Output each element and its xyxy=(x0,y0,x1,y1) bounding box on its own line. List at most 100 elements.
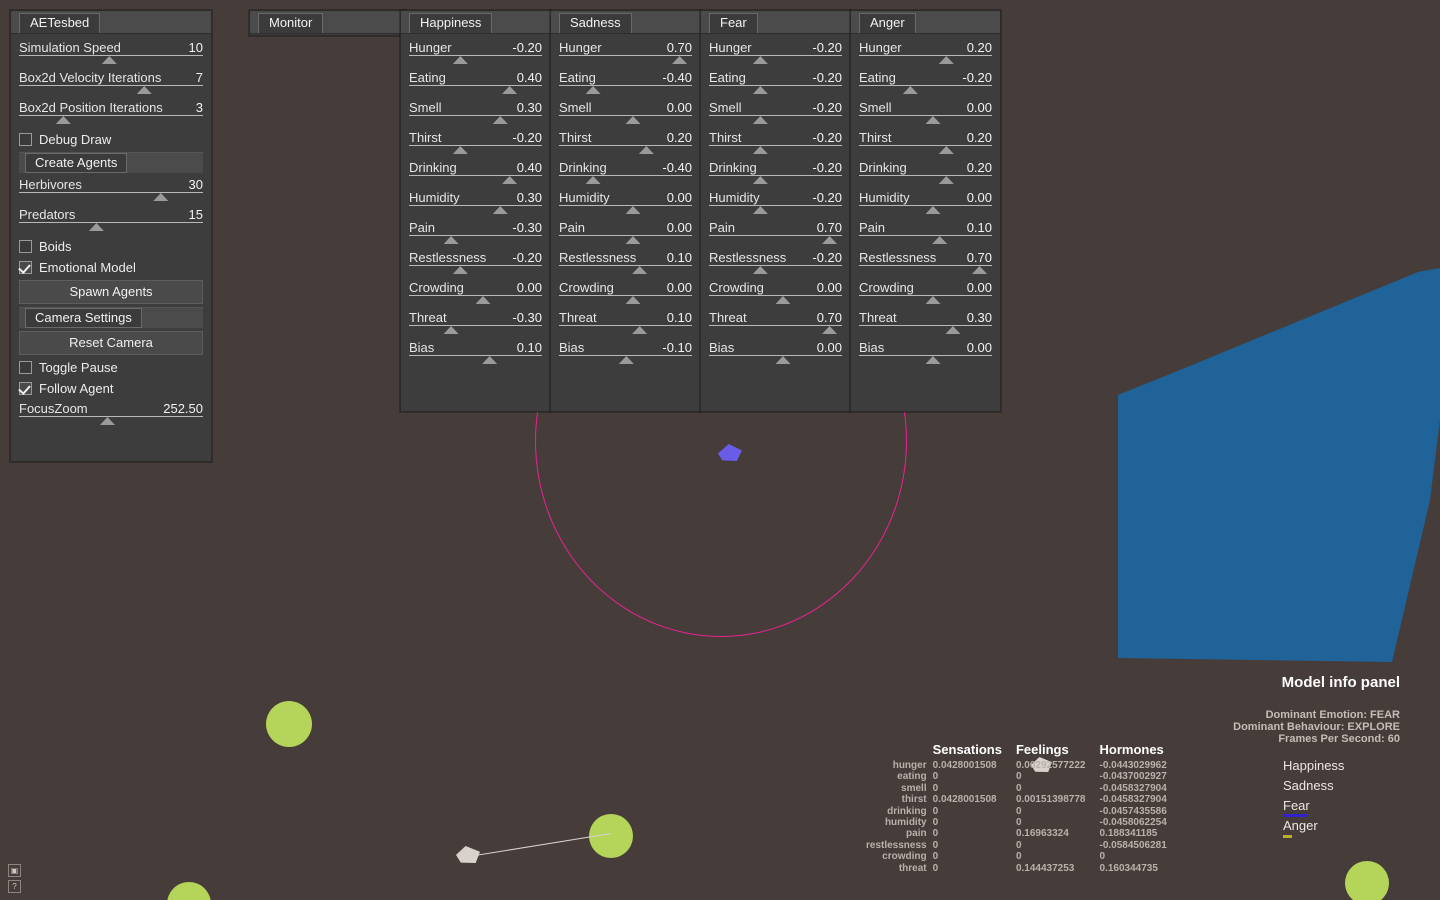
slider-grip[interactable] xyxy=(619,356,634,364)
slider-grip[interactable] xyxy=(972,266,987,274)
slider-track[interactable] xyxy=(409,235,542,236)
slider-grip[interactable] xyxy=(939,176,954,184)
slider-grip[interactable] xyxy=(776,356,791,364)
slider-track[interactable] xyxy=(409,325,542,326)
slider-sadness-bias[interactable]: Bias-0.10 xyxy=(559,338,692,368)
slider-track[interactable] xyxy=(559,55,692,56)
slider-happiness-eating[interactable]: Eating0.40 xyxy=(409,68,542,98)
slider-track[interactable] xyxy=(859,265,992,266)
emotion-window-fear[interactable]: FearHunger-0.20Eating-0.20Smell-0.20Thir… xyxy=(700,10,851,412)
slider-grip[interactable] xyxy=(753,86,768,94)
slider-grip[interactable] xyxy=(56,116,71,124)
spawn-agents-button[interactable]: Spawn Agents xyxy=(19,280,203,304)
slider-sadness-thirst[interactable]: Thirst0.20 xyxy=(559,128,692,158)
checkbox-box[interactable] xyxy=(19,133,32,146)
slider-grip[interactable] xyxy=(626,206,641,214)
slider-fear-restlessness[interactable]: Restlessness-0.20 xyxy=(709,248,842,278)
slider-anger-bias[interactable]: Bias0.00 xyxy=(859,338,992,368)
section-camera-settings[interactable]: Camera Settings xyxy=(19,307,203,328)
slider-track[interactable] xyxy=(19,416,203,417)
slider-grip[interactable] xyxy=(926,296,941,304)
slider-grip[interactable] xyxy=(776,296,791,304)
slider-grip[interactable] xyxy=(903,86,918,94)
slider-happiness-smell[interactable]: Smell0.30 xyxy=(409,98,542,128)
slider-grip[interactable] xyxy=(444,326,459,334)
slider-grip[interactable] xyxy=(453,56,468,64)
slider-fear-threat[interactable]: Threat0.70 xyxy=(709,308,842,338)
slider-track[interactable] xyxy=(409,175,542,176)
slider-track[interactable] xyxy=(559,355,692,356)
slider-grip[interactable] xyxy=(939,56,954,64)
slider-sadness-humidity[interactable]: Humidity0.00 xyxy=(559,188,692,218)
slider-grip[interactable] xyxy=(626,116,641,124)
slider-anger-threat[interactable]: Threat0.30 xyxy=(859,308,992,338)
food-item[interactable] xyxy=(1345,861,1389,900)
slider-grip[interactable] xyxy=(502,86,517,94)
food-item[interactable] xyxy=(266,701,312,747)
slider-anger-pain[interactable]: Pain0.10 xyxy=(859,218,992,248)
window-titlebar[interactable]: Anger xyxy=(851,11,1000,34)
checkbox-box[interactable] xyxy=(19,240,32,253)
slider-focus-zoom[interactable]: FocusZoom 252.50 xyxy=(19,399,203,429)
emotion-window-sadness[interactable]: SadnessHunger0.70Eating-0.40Smell0.00Thi… xyxy=(550,10,701,412)
slider-track[interactable] xyxy=(409,265,542,266)
slider-grip[interactable] xyxy=(586,176,601,184)
slider-track[interactable] xyxy=(859,175,992,176)
slider-anger-thirst[interactable]: Thirst0.20 xyxy=(859,128,992,158)
slider-grip[interactable] xyxy=(137,86,152,94)
slider-predators[interactable]: Predators 15 xyxy=(19,205,203,235)
slider-track[interactable] xyxy=(409,115,542,116)
slider-grip[interactable] xyxy=(493,116,508,124)
slider-happiness-pain[interactable]: Pain-0.30 xyxy=(409,218,542,248)
slider-fear-crowding[interactable]: Crowding0.00 xyxy=(709,278,842,308)
slider-track[interactable] xyxy=(709,145,842,146)
slider-track[interactable] xyxy=(859,295,992,296)
slider-track[interactable] xyxy=(709,175,842,176)
slider-track[interactable] xyxy=(409,85,542,86)
slider-track[interactable] xyxy=(709,115,842,116)
slider-grip[interactable] xyxy=(482,356,497,364)
slider-grip[interactable] xyxy=(932,236,947,244)
slider-grip[interactable] xyxy=(502,176,517,184)
slider-fear-smell[interactable]: Smell-0.20 xyxy=(709,98,842,128)
slider-anger-drinking[interactable]: Drinking0.20 xyxy=(859,158,992,188)
slider-happiness-restlessness[interactable]: Restlessness-0.20 xyxy=(409,248,542,278)
slider-happiness-drinking[interactable]: Drinking0.40 xyxy=(409,158,542,188)
section-create-agents[interactable]: Create Agents xyxy=(19,152,203,173)
slider-grip[interactable] xyxy=(453,266,468,274)
slider-happiness-thirst[interactable]: Thirst-0.20 xyxy=(409,128,542,158)
checkbox-box[interactable] xyxy=(19,382,32,395)
slider-grip[interactable] xyxy=(753,266,768,274)
slider-track[interactable] xyxy=(559,85,692,86)
slider-track[interactable] xyxy=(709,325,842,326)
emotion-window-anger[interactable]: AngerHunger0.20Eating-0.20Smell0.00Thirs… xyxy=(850,10,1001,412)
window-titlebar[interactable]: Happiness xyxy=(401,11,550,34)
image-icon[interactable]: ▣ xyxy=(8,864,21,877)
slider-sadness-threat[interactable]: Threat0.10 xyxy=(559,308,692,338)
slider-track[interactable] xyxy=(559,115,692,116)
slider-track[interactable] xyxy=(409,295,542,296)
slider-grip[interactable] xyxy=(822,236,837,244)
slider-sadness-crowding[interactable]: Crowding0.00 xyxy=(559,278,692,308)
emotion-window-happiness[interactable]: HappinessHunger-0.20Eating0.40Smell0.30T… xyxy=(400,10,551,412)
slider-fear-thirst[interactable]: Thirst-0.20 xyxy=(709,128,842,158)
slider-happiness-crowding[interactable]: Crowding0.00 xyxy=(409,278,542,308)
slider-grip[interactable] xyxy=(926,356,941,364)
slider-track[interactable] xyxy=(859,85,992,86)
slider-box2d-velocity-iterations[interactable]: Box2d Velocity Iterations 7 xyxy=(19,68,203,98)
slider-track[interactable] xyxy=(409,205,542,206)
slider-fear-pain[interactable]: Pain0.70 xyxy=(709,218,842,248)
slider-happiness-bias[interactable]: Bias0.10 xyxy=(409,338,542,368)
food-item[interactable] xyxy=(167,882,211,900)
monitor-window[interactable]: Monitor xyxy=(249,10,406,36)
slider-grip[interactable] xyxy=(632,326,647,334)
slider-track[interactable] xyxy=(409,355,542,356)
slider-grip[interactable] xyxy=(639,146,654,154)
slider-anger-eating[interactable]: Eating-0.20 xyxy=(859,68,992,98)
slider-track[interactable] xyxy=(559,235,692,236)
slider-grip[interactable] xyxy=(753,206,768,214)
slider-box2d-position-iterations[interactable]: Box2d Position Iterations 3 xyxy=(19,98,203,128)
slider-track[interactable] xyxy=(859,145,992,146)
slider-track[interactable] xyxy=(19,85,203,86)
slider-grip[interactable] xyxy=(822,326,837,334)
